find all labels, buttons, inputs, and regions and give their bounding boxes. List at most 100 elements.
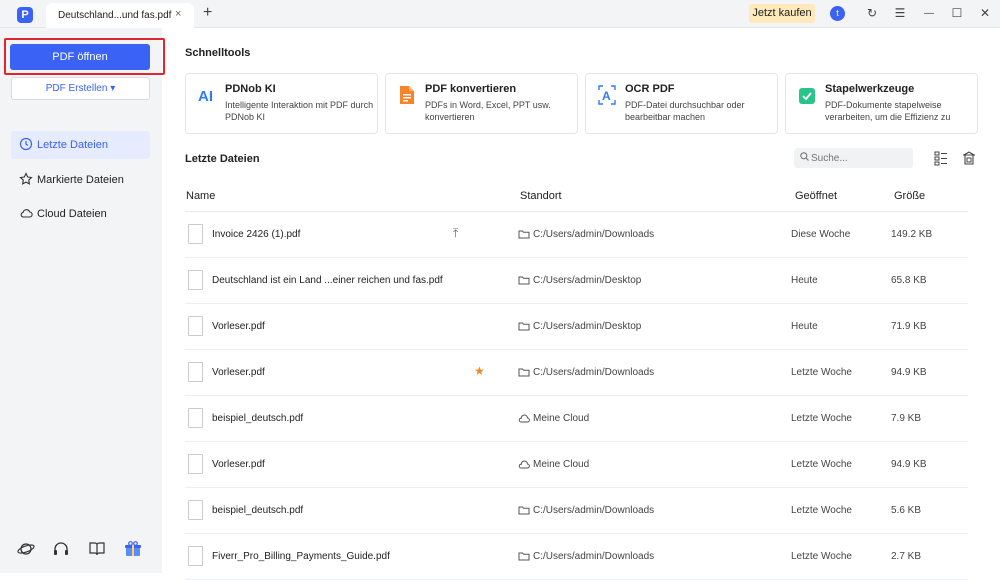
ai-icon: AI: [198, 88, 213, 105]
table-row[interactable]: Vorleser.pdf ★ C:/Users/admin/Downloads Let…: [185, 350, 968, 396]
pin-icon[interactable]: ⤒: [453, 226, 458, 241]
table-row[interactable]: Vorleser.pdf Meine Cloud Letzte Woche 94.9 …: [185, 442, 968, 488]
file-location[interactable]: Meine Cloud: [533, 413, 589, 424]
svg-text:AI: AI: [198, 88, 213, 105]
file-opened: Letzte Woche: [791, 459, 852, 470]
tool-card-desc: PDFs in Word, Excel, PPT usw. konvertier…: [425, 100, 551, 122]
table-row[interactable]: beispiel_deutsch.pdf C:/Users/admin/Downl…: [185, 488, 968, 534]
file-location[interactable]: C:/Users/admin/Desktop: [533, 275, 641, 286]
file-location[interactable]: C:/Users/admin/Downloads: [533, 505, 654, 516]
sidebar-item-label: Cloud Dateien: [37, 208, 107, 220]
folder-icon: [518, 551, 530, 561]
file-size: 5.6 KB: [891, 505, 922, 516]
sidebar-item-marked[interactable]: Markierte Dateien: [11, 166, 150, 194]
file-opened: Heute: [791, 275, 818, 286]
folder-icon: [518, 229, 530, 239]
user-avatar[interactable]: t: [830, 6, 845, 21]
table-row[interactable]: beispiel_deutsch.pdf Meine Cloud Letzte Wo…: [185, 396, 968, 442]
table-row[interactable]: Vorleser.pdf C:/Users/admin/Desktop Heute 7…: [185, 304, 968, 350]
ocr-icon: A: [598, 85, 616, 105]
close-window-icon[interactable]: ✕: [978, 6, 992, 21]
file-opened: Diese Woche: [791, 229, 851, 240]
file-name[interactable]: Vorleser.pdf: [212, 459, 265, 470]
file-name[interactable]: Vorleser.pdf: [212, 321, 265, 332]
svg-text:A: A: [602, 89, 611, 103]
column-header-size[interactable]: Größe: [894, 190, 925, 202]
document-tab[interactable]: Deutschland...und fas.pdf ×: [46, 3, 194, 28]
column-header-opened[interactable]: Geöffnet: [795, 190, 837, 202]
pdf-file-icon: [188, 546, 203, 566]
file-size: 71.9 KB: [891, 321, 927, 332]
recycle-bin-icon[interactable]: [962, 150, 976, 166]
sidebar-item-recent[interactable]: Letzte Dateien: [11, 131, 150, 159]
table-row[interactable]: Fiverr_Pro_Billing_Payments_Guide.pdf C:/…: [185, 534, 968, 580]
pdf-file-icon: [188, 224, 203, 244]
file-name[interactable]: Deutschland ist ein Land ...einer reiche…: [212, 275, 443, 286]
file-size: 94.9 KB: [891, 459, 927, 470]
cloud-icon: [20, 209, 33, 218]
column-header-location[interactable]: Standort: [520, 190, 562, 202]
file-name[interactable]: Vorleser.pdf: [212, 367, 265, 378]
open-pdf-button[interactable]: PDF öffnen: [10, 44, 150, 70]
pdf-file-icon: [188, 362, 203, 382]
tool-card-ai[interactable]: AI PDNob KI Intelligente Interaktion mit…: [185, 73, 378, 134]
tool-card-desc: PDF-Datei durchsuchbar oder bearbeitbar …: [625, 100, 745, 122]
refresh-icon[interactable]: ↻: [865, 6, 879, 21]
file-location[interactable]: C:/Users/admin/Downloads: [533, 367, 654, 378]
title-bar: P Deutschland...und fas.pdf × + Jetzt ka…: [0, 0, 1000, 28]
file-size: 94.9 KB: [891, 367, 927, 378]
file-name[interactable]: Fiverr_Pro_Billing_Payments_Guide.pdf: [212, 551, 390, 562]
table-row[interactable]: Invoice 2426 (1).pdf ⤒ C:/Users/admin/Down…: [185, 212, 968, 258]
new-tab-button[interactable]: +: [203, 4, 212, 22]
quicktools-title: Schnelltools: [185, 47, 251, 59]
tool-card-title: PDF konvertieren: [425, 83, 517, 95]
list-view-icon[interactable]: [934, 150, 948, 166]
file-size: 2.7 KB: [891, 551, 922, 562]
folder-icon: [518, 505, 530, 515]
file-size: 149.2 KB: [891, 229, 933, 240]
file-location[interactable]: C:/Users/admin/Downloads: [533, 229, 654, 240]
file-location[interactable]: C:/Users/admin/Desktop: [533, 321, 641, 332]
file-location[interactable]: Meine Cloud: [533, 459, 589, 470]
buy-now-button[interactable]: Jetzt kaufen: [749, 4, 815, 23]
star-marked-icon[interactable]: ★: [474, 364, 485, 378]
menu-icon[interactable]: ☰: [893, 6, 907, 21]
tool-card-convert[interactable]: PDF konvertieren PDFs in Word, Excel, PP…: [385, 73, 578, 134]
column-header-name[interactable]: Name: [186, 190, 215, 202]
search-input[interactable]: [811, 150, 907, 166]
file-name[interactable]: beispiel_deutsch.pdf: [212, 413, 303, 424]
book-icon[interactable]: [87, 540, 107, 560]
convert-icon: [400, 86, 414, 104]
maximize-icon[interactable]: ☐: [950, 6, 964, 21]
file-location[interactable]: C:/Users/admin/Downloads: [533, 551, 654, 562]
pdf-file-icon: [188, 270, 203, 290]
file-name[interactable]: Invoice 2426 (1).pdf: [212, 229, 300, 240]
headset-icon[interactable]: [51, 540, 71, 560]
tool-card-ocr[interactable]: A OCR PDF PDF-Datei durchsuchbar oder be…: [585, 73, 778, 134]
sidebar-item-cloud[interactable]: Cloud Dateien: [11, 200, 150, 228]
tab-title: Deutschland...und fas.pdf: [58, 10, 172, 21]
close-tab-icon[interactable]: ×: [175, 8, 181, 20]
app-logo-icon: P: [17, 7, 33, 23]
gift-icon[interactable]: [123, 540, 143, 560]
tool-card-title: OCR PDF: [625, 83, 675, 95]
planet-icon[interactable]: [16, 540, 36, 560]
clock-icon: [19, 137, 33, 151]
search-box[interactable]: [794, 148, 913, 168]
tool-card-desc: Intelligente Interaktion mit PDF durch P…: [225, 100, 374, 122]
tool-card-desc: PDF-Dokumente stapelweise verarbeiten, u…: [825, 100, 951, 122]
file-opened: Heute: [791, 321, 818, 332]
pdf-file-icon: [188, 454, 203, 474]
folder-icon: [518, 367, 530, 377]
tool-card-batch[interactable]: Stapelwerkzeuge PDF-Dokumente stapelweis…: [785, 73, 978, 134]
folder-icon: [518, 275, 530, 285]
batch-icon: [799, 88, 815, 104]
create-pdf-dropdown[interactable]: PDF Erstellen ▾: [11, 77, 150, 100]
search-icon: [800, 152, 809, 164]
tool-card-title: Stapelwerkzeuge: [825, 83, 915, 95]
file-name[interactable]: beispiel_deutsch.pdf: [212, 505, 303, 516]
file-size: 65.8 KB: [891, 275, 927, 286]
minimize-icon[interactable]: —: [922, 6, 936, 21]
star-icon: [19, 172, 33, 185]
table-row[interactable]: Deutschland ist ein Land ...einer reiche…: [185, 258, 968, 304]
